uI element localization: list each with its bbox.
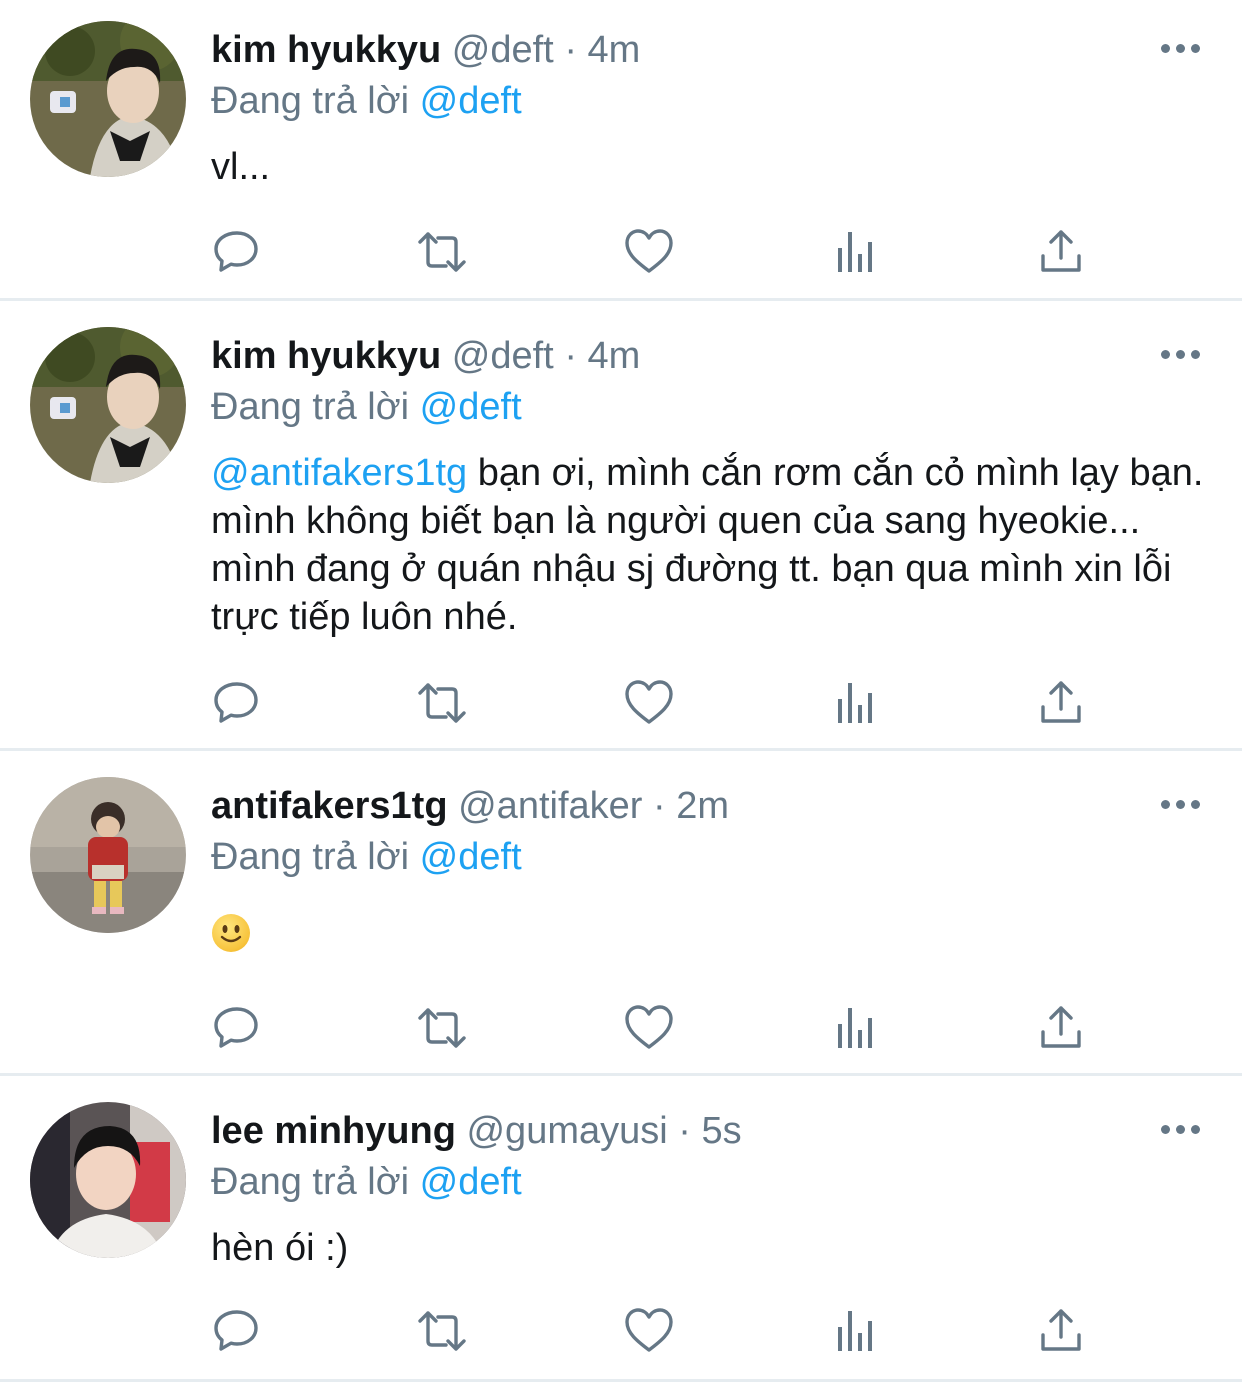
separator: · — [564, 29, 577, 71]
user-handle[interactable]: @antifaker — [458, 785, 642, 827]
retweet-icon[interactable] — [414, 675, 470, 731]
reply-prefix: Đang trả lời — [211, 80, 410, 122]
reply-mention-link[interactable]: @deft — [420, 386, 522, 428]
separator: · — [653, 785, 666, 827]
share-icon[interactable] — [1033, 1000, 1089, 1056]
display-name[interactable]: kim hyukkyu — [211, 335, 441, 377]
analytics-icon[interactable] — [828, 675, 884, 731]
display-name[interactable]: lee minhyung — [211, 1110, 456, 1152]
tweet-header: kim hyukkyu @deft · 4m — [211, 334, 640, 378]
tweet-text: vl... — [211, 143, 1211, 191]
avatar[interactable] — [30, 1102, 186, 1258]
user-handle[interactable]: @gumayusi — [466, 1110, 667, 1152]
reply-icon[interactable] — [209, 224, 265, 280]
tweet-3[interactable]: antifakers1tg @antifaker · 2m Đang trả l… — [0, 751, 1242, 1075]
separator: · — [564, 335, 577, 377]
like-icon[interactable] — [621, 1303, 677, 1359]
like-icon[interactable] — [621, 1000, 677, 1056]
tweet-text: hèn ói :) — [211, 1224, 1211, 1272]
tweet-actions — [0, 1303, 1242, 1359]
more-options-icon[interactable] — [1155, 794, 1205, 814]
retweet-icon[interactable] — [414, 224, 470, 280]
share-icon[interactable] — [1033, 675, 1089, 731]
timestamp[interactable]: 4m — [588, 29, 641, 71]
reply-prefix: Đang trả lời — [211, 1161, 410, 1203]
tweet-1[interactable]: kim hyukkyu @deft · 4m Đang trả lời @def… — [0, 0, 1242, 300]
avatar[interactable] — [30, 21, 186, 177]
mention-link[interactable]: @antifakers1tg — [211, 452, 467, 494]
retweet-icon[interactable] — [414, 1303, 470, 1359]
tweet-text-content: vl... — [211, 146, 271, 188]
timestamp[interactable]: 5s — [701, 1110, 741, 1152]
analytics-icon[interactable] — [828, 1000, 884, 1056]
share-icon[interactable] — [1033, 224, 1089, 280]
share-icon[interactable] — [1033, 1303, 1089, 1359]
reply-context: Đang trả lời @deft — [211, 835, 522, 879]
reply-icon[interactable] — [209, 1303, 265, 1359]
tweet-header: lee minhyung @gumayusi · 5s — [211, 1109, 742, 1153]
reply-icon[interactable] — [209, 1000, 265, 1056]
avatar[interactable] — [30, 327, 186, 483]
display-name[interactable]: kim hyukkyu — [211, 29, 441, 71]
reply-context: Đang trả lời @deft — [211, 1160, 522, 1204]
reply-mention-link[interactable]: @deft — [420, 80, 522, 122]
slightly-smiling-face-icon — [212, 914, 250, 952]
more-options-icon[interactable] — [1155, 1119, 1205, 1139]
retweet-icon[interactable] — [414, 1000, 470, 1056]
display-name[interactable]: antifakers1tg — [211, 785, 448, 827]
timestamp[interactable]: 4m — [588, 335, 641, 377]
reply-mention-link[interactable]: @deft — [420, 1161, 522, 1203]
like-icon[interactable] — [621, 675, 677, 731]
tweet-header: antifakers1tg @antifaker · 2m — [211, 784, 729, 828]
avatar[interactable] — [30, 777, 186, 933]
tweet-actions — [0, 675, 1242, 731]
reply-icon[interactable] — [209, 675, 265, 731]
like-icon[interactable] — [621, 224, 677, 280]
more-options-icon[interactable] — [1155, 38, 1205, 58]
reply-prefix: Đang trả lời — [211, 386, 410, 428]
reply-prefix: Đang trả lời — [211, 836, 410, 878]
tweet-4[interactable]: lee minhyung @gumayusi · 5s Đang trả lời… — [0, 1076, 1242, 1382]
user-handle[interactable]: @deft — [452, 335, 554, 377]
reply-context: Đang trả lời @deft — [211, 385, 522, 429]
tweet-actions — [0, 224, 1242, 280]
analytics-icon[interactable] — [828, 1303, 884, 1359]
tweet-text-content: hèn ói :) — [211, 1227, 349, 1269]
tweet-header: kim hyukkyu @deft · 4m — [211, 28, 640, 72]
timestamp[interactable]: 2m — [676, 785, 729, 827]
tweet-actions — [0, 1000, 1242, 1056]
tweet-text: @antifakers1tg bạn ơi, mình cắn rơm cắn … — [211, 449, 1211, 641]
analytics-icon[interactable] — [828, 224, 884, 280]
reply-mention-link[interactable]: @deft — [420, 836, 522, 878]
user-handle[interactable]: @deft — [452, 29, 554, 71]
tweet-2[interactable]: kim hyukkyu @deft · 4m Đang trả lời @def… — [0, 301, 1242, 750]
separator: · — [678, 1110, 691, 1152]
reply-context: Đang trả lời @deft — [211, 79, 522, 123]
more-options-icon[interactable] — [1155, 344, 1205, 364]
